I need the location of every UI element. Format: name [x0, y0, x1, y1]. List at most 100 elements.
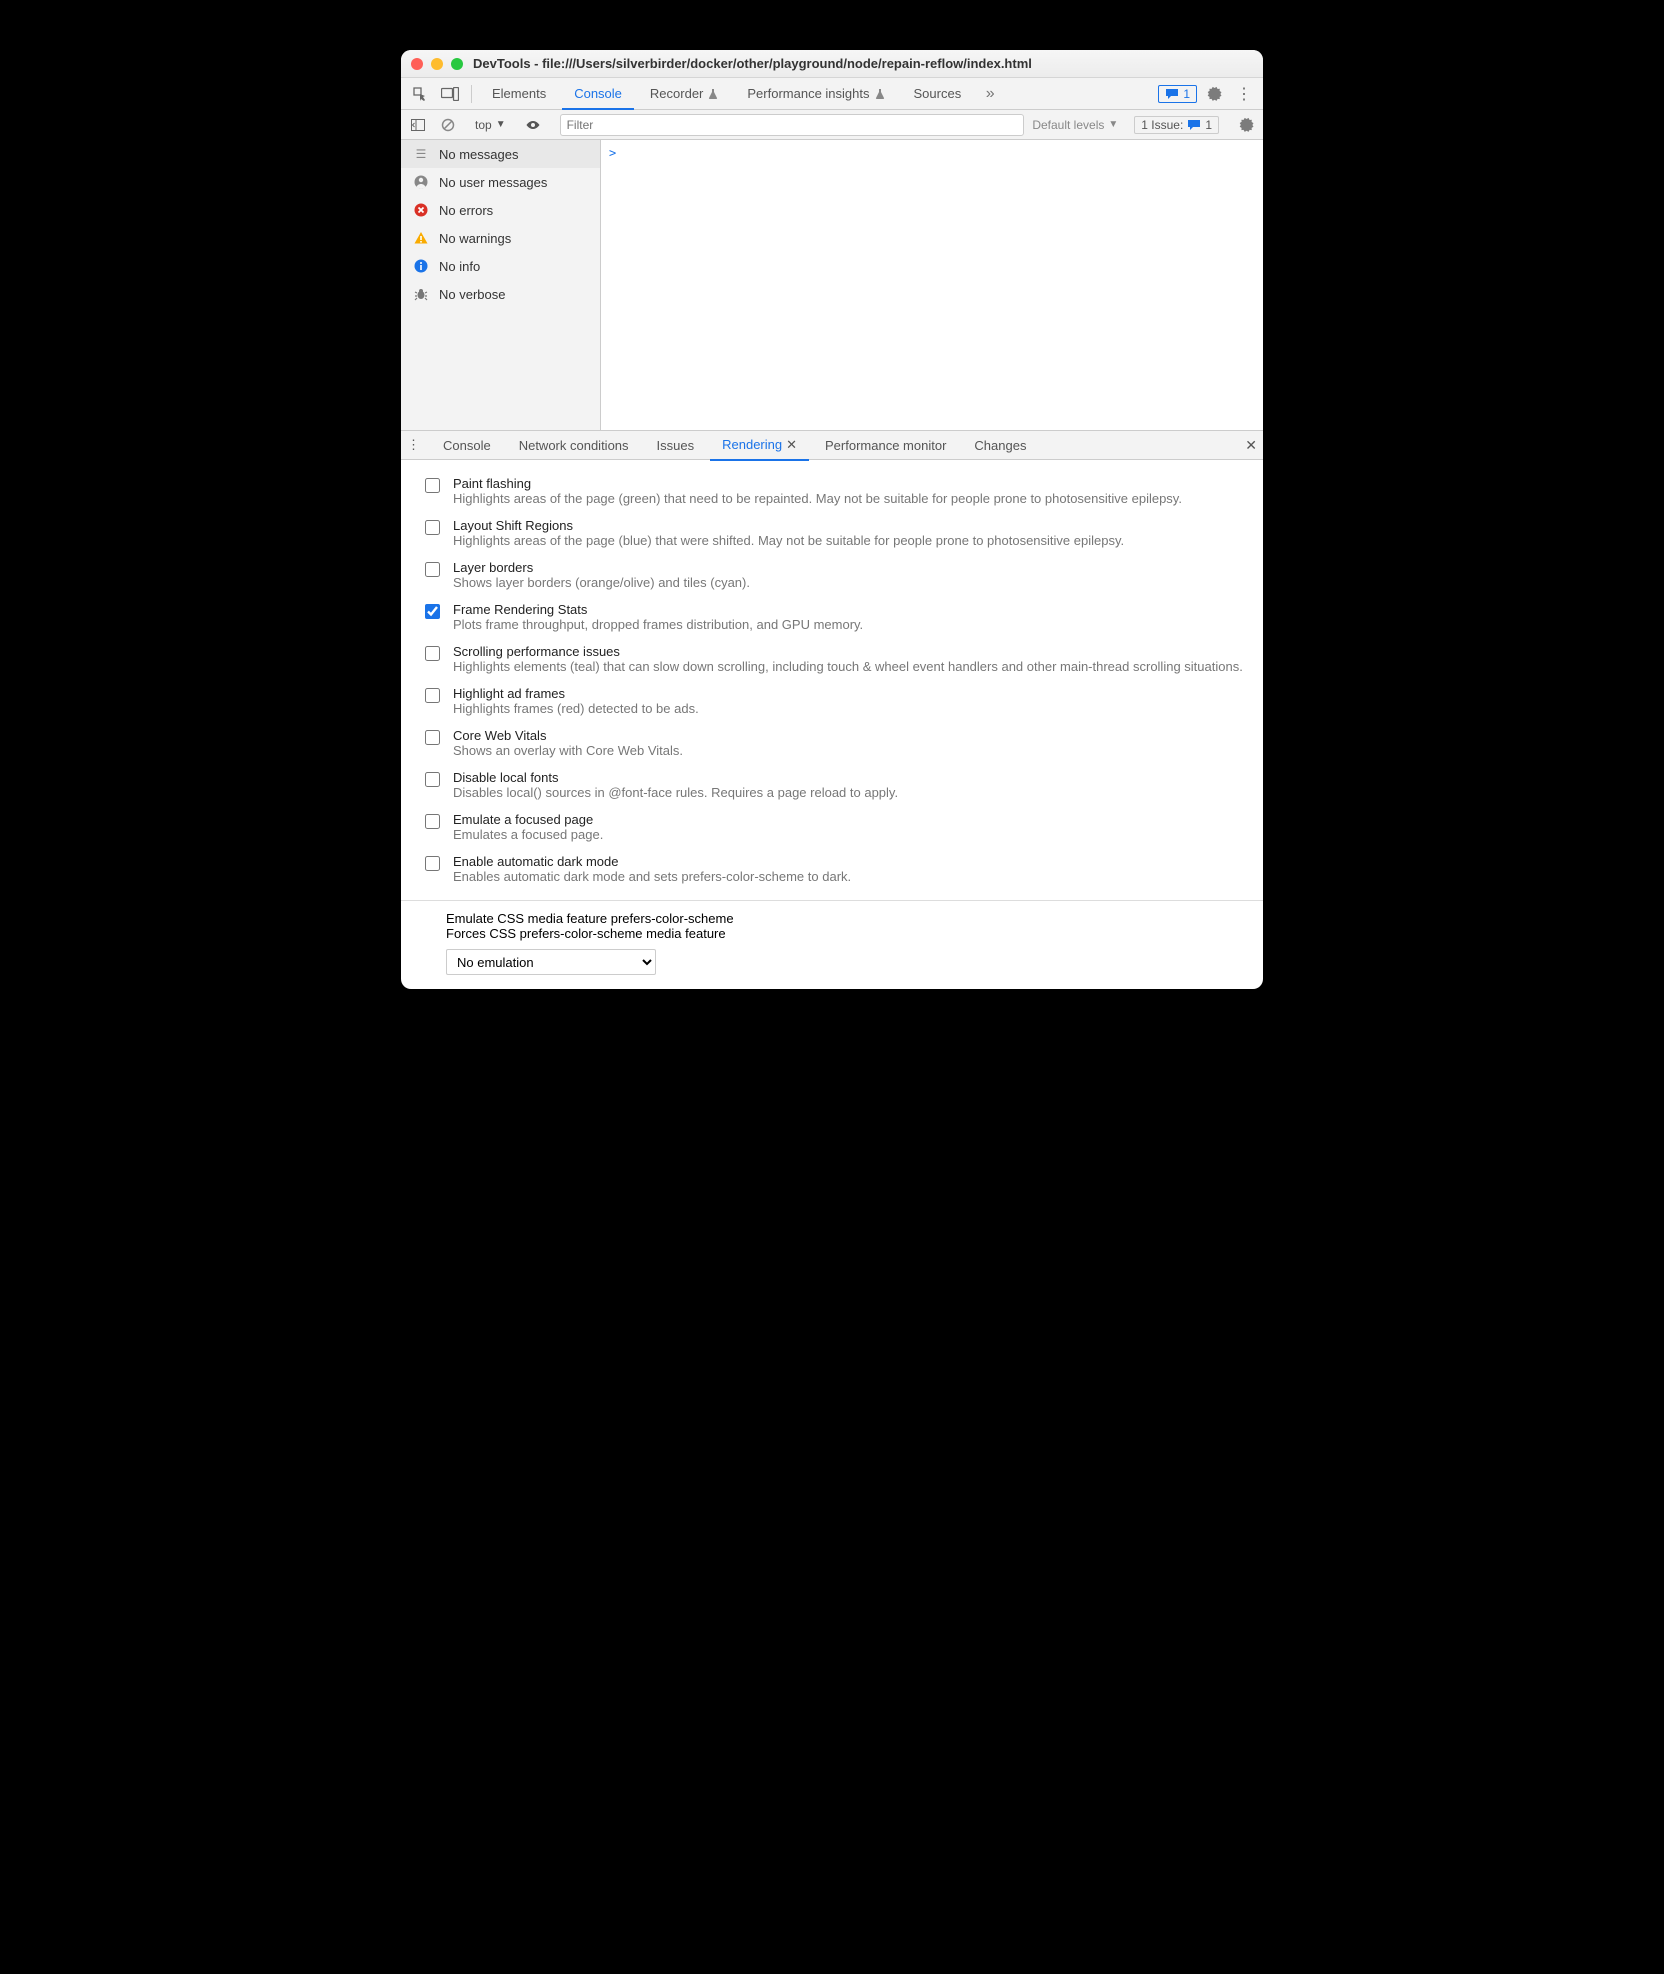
option-description: Shows layer borders (orange/olive) and t…	[453, 575, 750, 590]
option-description: Highlights areas of the page (green) tha…	[453, 491, 1182, 506]
warning-icon	[413, 230, 429, 246]
sidebar-item-errors[interactable]: No errors	[401, 196, 600, 224]
sidebar-label: No user messages	[439, 175, 547, 190]
messages-badge[interactable]: 1	[1158, 85, 1197, 103]
execution-context-selector[interactable]: top ▼	[475, 118, 506, 132]
console-output[interactable]: >	[601, 140, 1263, 430]
device-toolbar-icon[interactable]	[437, 81, 463, 107]
main-tabbar: Elements Console Recorder Performance in…	[401, 78, 1263, 110]
option-description: Enables automatic dark mode and sets pre…	[453, 869, 851, 884]
issues-button[interactable]: 1 Issue: 1	[1134, 116, 1219, 134]
inspect-element-icon[interactable]	[407, 81, 433, 107]
traffic-lights	[411, 58, 463, 70]
option-description: Highlights frames (red) detected to be a…	[453, 701, 699, 716]
checkbox-emulate-focused-page[interactable]	[425, 814, 440, 829]
option-layout-shift-regions: Layout Shift Regions Highlights areas of…	[421, 512, 1243, 554]
checkbox-frame-rendering-stats[interactable]	[425, 604, 440, 619]
zoom-window-button[interactable]	[451, 58, 463, 70]
option-title: Highlight ad frames	[453, 686, 699, 701]
checkbox-disable-local-fonts[interactable]	[425, 772, 440, 787]
tab-recorder-label: Recorder	[650, 86, 703, 101]
checkbox-ad-frames[interactable]	[425, 688, 440, 703]
option-frame-rendering-stats: Frame Rendering Stats Plots frame throug…	[421, 596, 1243, 638]
drawer-tab-rendering[interactable]: Rendering ✕	[710, 431, 809, 461]
sidebar-item-verbose[interactable]: No verbose	[401, 280, 600, 308]
close-icon[interactable]: ✕	[786, 437, 797, 453]
console-sidebar: ☰ No messages No user messages No errors	[401, 140, 601, 430]
drawer-tab-network-conditions[interactable]: Network conditions	[507, 430, 641, 460]
settings-gear-icon[interactable]	[1201, 81, 1227, 107]
drawer-tab-performance-monitor[interactable]: Performance monitor	[813, 430, 958, 460]
sidebar-toggle-icon[interactable]	[407, 114, 429, 136]
clear-console-icon[interactable]	[437, 114, 459, 136]
console-main: ☰ No messages No user messages No errors	[401, 140, 1263, 430]
checkbox-automatic-dark-mode[interactable]	[425, 856, 440, 871]
sidebar-label: No messages	[439, 147, 518, 162]
drawer-more-icon[interactable]: ⋮	[407, 437, 427, 453]
option-title: Disable local fonts	[453, 770, 898, 785]
checkbox-paint-flashing[interactable]	[425, 478, 440, 493]
info-icon	[413, 258, 429, 274]
separator	[471, 85, 472, 103]
console-settings-gear-icon[interactable]	[1235, 114, 1257, 136]
tab-perf-insights-label: Performance insights	[747, 86, 869, 101]
option-description: Plots frame throughput, dropped frames d…	[453, 617, 863, 632]
messages-count: 1	[1183, 87, 1190, 101]
window-title: DevTools - file:///Users/silverbirder/do…	[473, 56, 1032, 71]
option-title: Enable automatic dark mode	[453, 854, 851, 869]
message-icon	[1187, 119, 1201, 131]
chevron-down-icon: ▼	[1108, 119, 1118, 130]
option-highlight-ad-frames: Highlight ad frames Highlights frames (r…	[421, 680, 1243, 722]
drawer-close-icon[interactable]: ✕	[1245, 437, 1257, 454]
checkbox-scrolling-performance[interactable]	[425, 646, 440, 661]
console-toolbar: top ▼ Default levels ▼ 1 Issue: 1	[401, 110, 1263, 140]
issues-count: 1	[1205, 118, 1212, 132]
filter-wrapper	[560, 114, 1025, 136]
option-description: Disables local() sources in @font-face r…	[453, 785, 898, 800]
option-core-web-vitals: Core Web Vitals Shows an overlay with Co…	[421, 722, 1243, 764]
devtools-window: DevTools - file:///Users/silverbirder/do…	[401, 50, 1263, 989]
tab-console[interactable]: Console	[562, 78, 634, 110]
more-options-icon[interactable]: ⋮	[1231, 81, 1257, 107]
issues-label: 1 Issue:	[1141, 118, 1183, 132]
user-icon	[413, 174, 429, 190]
filter-input[interactable]	[560, 114, 1025, 136]
option-title: Core Web Vitals	[453, 728, 683, 743]
drawer-tab-issues[interactable]: Issues	[645, 430, 707, 460]
option-paint-flashing: Paint flashing Highlights areas of the p…	[421, 470, 1243, 512]
select-prefers-color-scheme[interactable]: No emulation	[446, 949, 656, 975]
more-tabs-icon[interactable]: »	[977, 81, 1003, 107]
tab-recorder[interactable]: Recorder	[638, 78, 731, 110]
checkbox-layout-shift[interactable]	[425, 520, 440, 535]
option-scrolling-performance: Scrolling performance issues Highlights …	[421, 638, 1243, 680]
sidebar-item-info[interactable]: No info	[401, 252, 600, 280]
option-description: Highlights elements (teal) that can slow…	[453, 659, 1243, 674]
drawer-tab-console[interactable]: Console	[431, 430, 503, 460]
option-title: Paint flashing	[453, 476, 1182, 491]
close-window-button[interactable]	[411, 58, 423, 70]
flask-icon	[874, 88, 886, 100]
drawer-tab-changes[interactable]: Changes	[962, 430, 1038, 460]
minimize-window-button[interactable]	[431, 58, 443, 70]
checkbox-core-web-vitals[interactable]	[425, 730, 440, 745]
sidebar-item-user-messages[interactable]: No user messages	[401, 168, 600, 196]
live-expression-icon[interactable]	[522, 114, 544, 136]
option-title: Emulate CSS media feature prefers-color-…	[446, 911, 1243, 926]
sidebar-item-warnings[interactable]: No warnings	[401, 224, 600, 252]
sidebar-label: No warnings	[439, 231, 511, 246]
option-prefers-color-scheme: Emulate CSS media feature prefers-color-…	[421, 911, 1243, 975]
option-description: Emulates a focused page.	[453, 827, 603, 842]
list-icon: ☰	[413, 146, 429, 162]
sidebar-label: No errors	[439, 203, 493, 218]
checkbox-layer-borders[interactable]	[425, 562, 440, 577]
log-levels-selector[interactable]: Default levels ▼	[1032, 118, 1118, 132]
option-title: Layer borders	[453, 560, 750, 575]
tab-elements[interactable]: Elements	[480, 78, 558, 110]
sidebar-item-messages[interactable]: ☰ No messages	[401, 140, 600, 168]
option-title: Emulate a focused page	[453, 812, 603, 827]
option-title: Frame Rendering Stats	[453, 602, 863, 617]
tab-performance-insights[interactable]: Performance insights	[735, 78, 897, 110]
tab-sources[interactable]: Sources	[902, 78, 974, 110]
option-description: Highlights areas of the page (blue) that…	[453, 533, 1124, 548]
drawer-tab-rendering-label: Rendering	[722, 437, 782, 452]
